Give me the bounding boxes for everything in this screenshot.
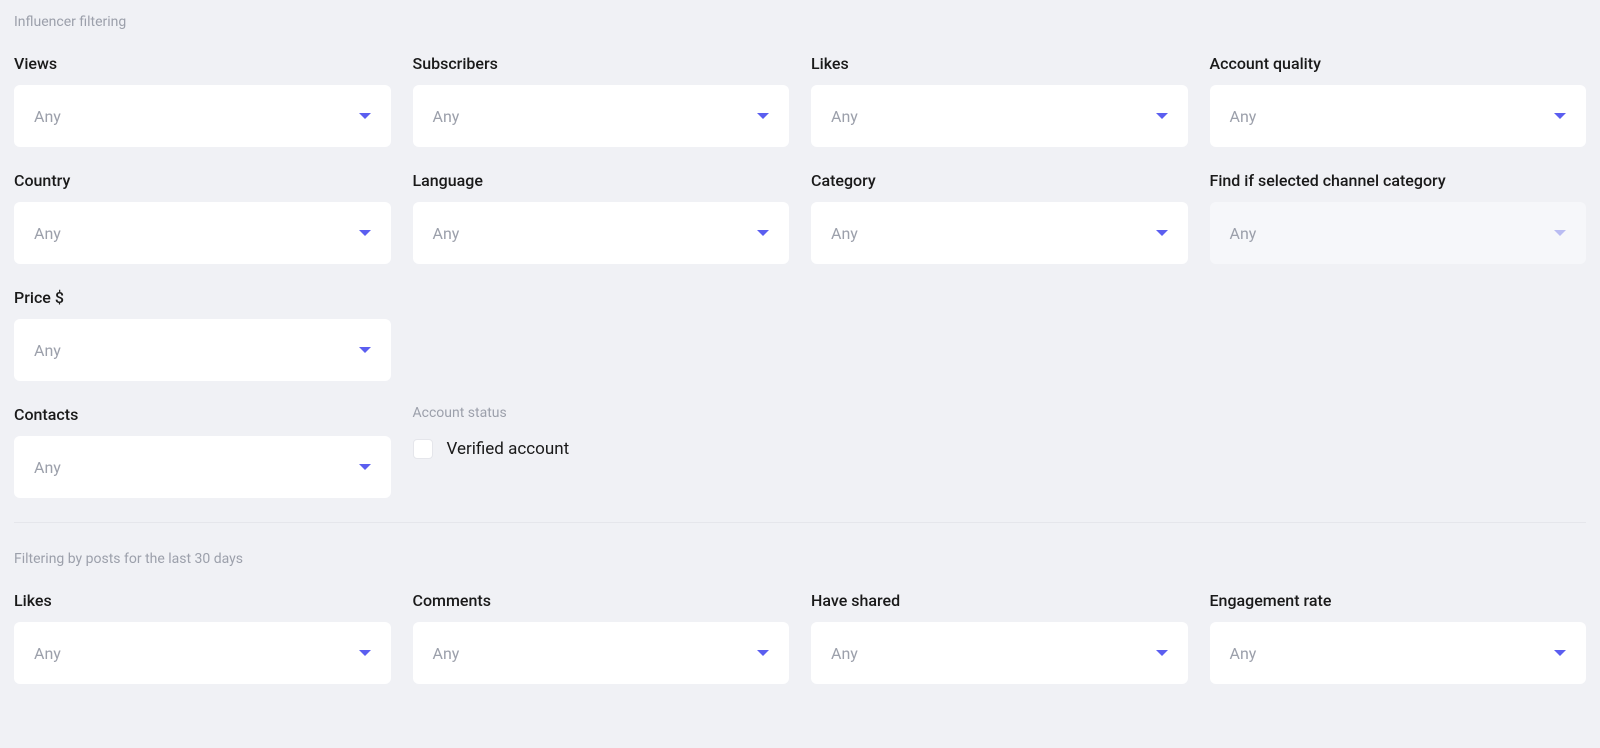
dropdown-value: Any (831, 107, 858, 126)
dropdown-posts-comments[interactable]: Any (413, 622, 790, 684)
chevron-down-icon (359, 464, 371, 470)
dropdown-language[interactable]: Any (413, 202, 790, 264)
dropdown-value: Any (1230, 107, 1257, 126)
filter-posts-have-shared: Have shared Any (811, 591, 1188, 684)
dropdown-value: Any (831, 224, 858, 243)
filter-grid-posts: Likes Any Comments Any Have shared Any E… (14, 591, 1586, 684)
dropdown-account-quality[interactable]: Any (1210, 85, 1587, 147)
filter-label-find-if-selected: Find if selected channel category (1210, 171, 1587, 190)
dropdown-value: Any (34, 107, 61, 126)
filter-label-posts-have-shared: Have shared (811, 591, 1188, 610)
chevron-down-icon (1554, 650, 1566, 656)
filter-contacts: Contacts Any (14, 405, 391, 498)
dropdown-country[interactable]: Any (14, 202, 391, 264)
filter-category: Category Any (811, 171, 1188, 264)
filter-account-status: Account status Verified account (413, 405, 790, 498)
filter-views: Views Any (14, 54, 391, 147)
dropdown-value: Any (433, 224, 460, 243)
filter-label-category: Category (811, 171, 1188, 190)
chevron-down-icon (1554, 230, 1566, 236)
filter-label-account-quality: Account quality (1210, 54, 1587, 73)
chevron-down-icon (1156, 113, 1168, 119)
filter-label-language: Language (413, 171, 790, 190)
section-divider (14, 522, 1586, 523)
chevron-down-icon (359, 347, 371, 353)
filter-label-posts-engagement-rate: Engagement rate (1210, 591, 1587, 610)
filter-posts-likes: Likes Any (14, 591, 391, 684)
filter-label-posts-likes: Likes (14, 591, 391, 610)
section-title-posts: Filtering by posts for the last 30 days (14, 551, 1586, 567)
chevron-down-icon (359, 650, 371, 656)
checkbox-verified-wrap: Verified account (413, 439, 790, 459)
dropdown-value: Any (34, 224, 61, 243)
dropdown-views[interactable]: Any (14, 85, 391, 147)
filter-price: Price $ Any (14, 288, 391, 381)
filter-likes: Likes Any (811, 54, 1188, 147)
section-title-influencer: Influencer filtering (14, 14, 1586, 30)
chevron-down-icon (1156, 230, 1168, 236)
chevron-down-icon (757, 113, 769, 119)
filter-label-subscribers: Subscribers (413, 54, 790, 73)
filter-label-account-status: Account status (413, 405, 790, 421)
filter-posts-comments: Comments Any (413, 591, 790, 684)
dropdown-subscribers[interactable]: Any (413, 85, 790, 147)
filter-label-posts-comments: Comments (413, 591, 790, 610)
dropdown-find-if-selected: Any (1210, 202, 1587, 264)
checkbox-verified-label: Verified account (447, 439, 570, 459)
filter-find-if-selected: Find if selected channel category Any (1210, 171, 1587, 264)
filter-subscribers: Subscribers Any (413, 54, 790, 147)
dropdown-value: Any (1230, 644, 1257, 663)
filter-label-price: Price $ (14, 288, 391, 307)
dropdown-value: Any (433, 644, 460, 663)
dropdown-value: Any (34, 341, 61, 360)
filter-label-contacts: Contacts (14, 405, 391, 424)
dropdown-value: Any (831, 644, 858, 663)
filter-account-quality: Account quality Any (1210, 54, 1587, 147)
dropdown-value: Any (34, 644, 61, 663)
filter-grid-row1: Views Any Subscribers Any Likes Any Acco… (14, 54, 1586, 264)
dropdown-value: Any (34, 458, 61, 477)
dropdown-category[interactable]: Any (811, 202, 1188, 264)
dropdown-posts-engagement-rate[interactable]: Any (1210, 622, 1587, 684)
filter-label-views: Views (14, 54, 391, 73)
dropdown-posts-likes[interactable]: Any (14, 622, 391, 684)
dropdown-value: Any (433, 107, 460, 126)
filter-grid-price: Price $ Any (14, 288, 1586, 381)
filter-label-country: Country (14, 171, 391, 190)
chevron-down-icon (359, 230, 371, 236)
filter-grid-contacts: Contacts Any Account status Verified acc… (14, 405, 1586, 498)
dropdown-contacts[interactable]: Any (14, 436, 391, 498)
filter-label-likes: Likes (811, 54, 1188, 73)
chevron-down-icon (1156, 650, 1168, 656)
filter-posts-engagement-rate: Engagement rate Any (1210, 591, 1587, 684)
dropdown-likes[interactable]: Any (811, 85, 1188, 147)
chevron-down-icon (359, 113, 371, 119)
checkbox-verified[interactable] (413, 439, 433, 459)
chevron-down-icon (1554, 113, 1566, 119)
dropdown-value: Any (1230, 224, 1257, 243)
chevron-down-icon (757, 650, 769, 656)
filter-language: Language Any (413, 171, 790, 264)
chevron-down-icon (757, 230, 769, 236)
dropdown-posts-have-shared[interactable]: Any (811, 622, 1188, 684)
dropdown-price[interactable]: Any (14, 319, 391, 381)
filter-country: Country Any (14, 171, 391, 264)
